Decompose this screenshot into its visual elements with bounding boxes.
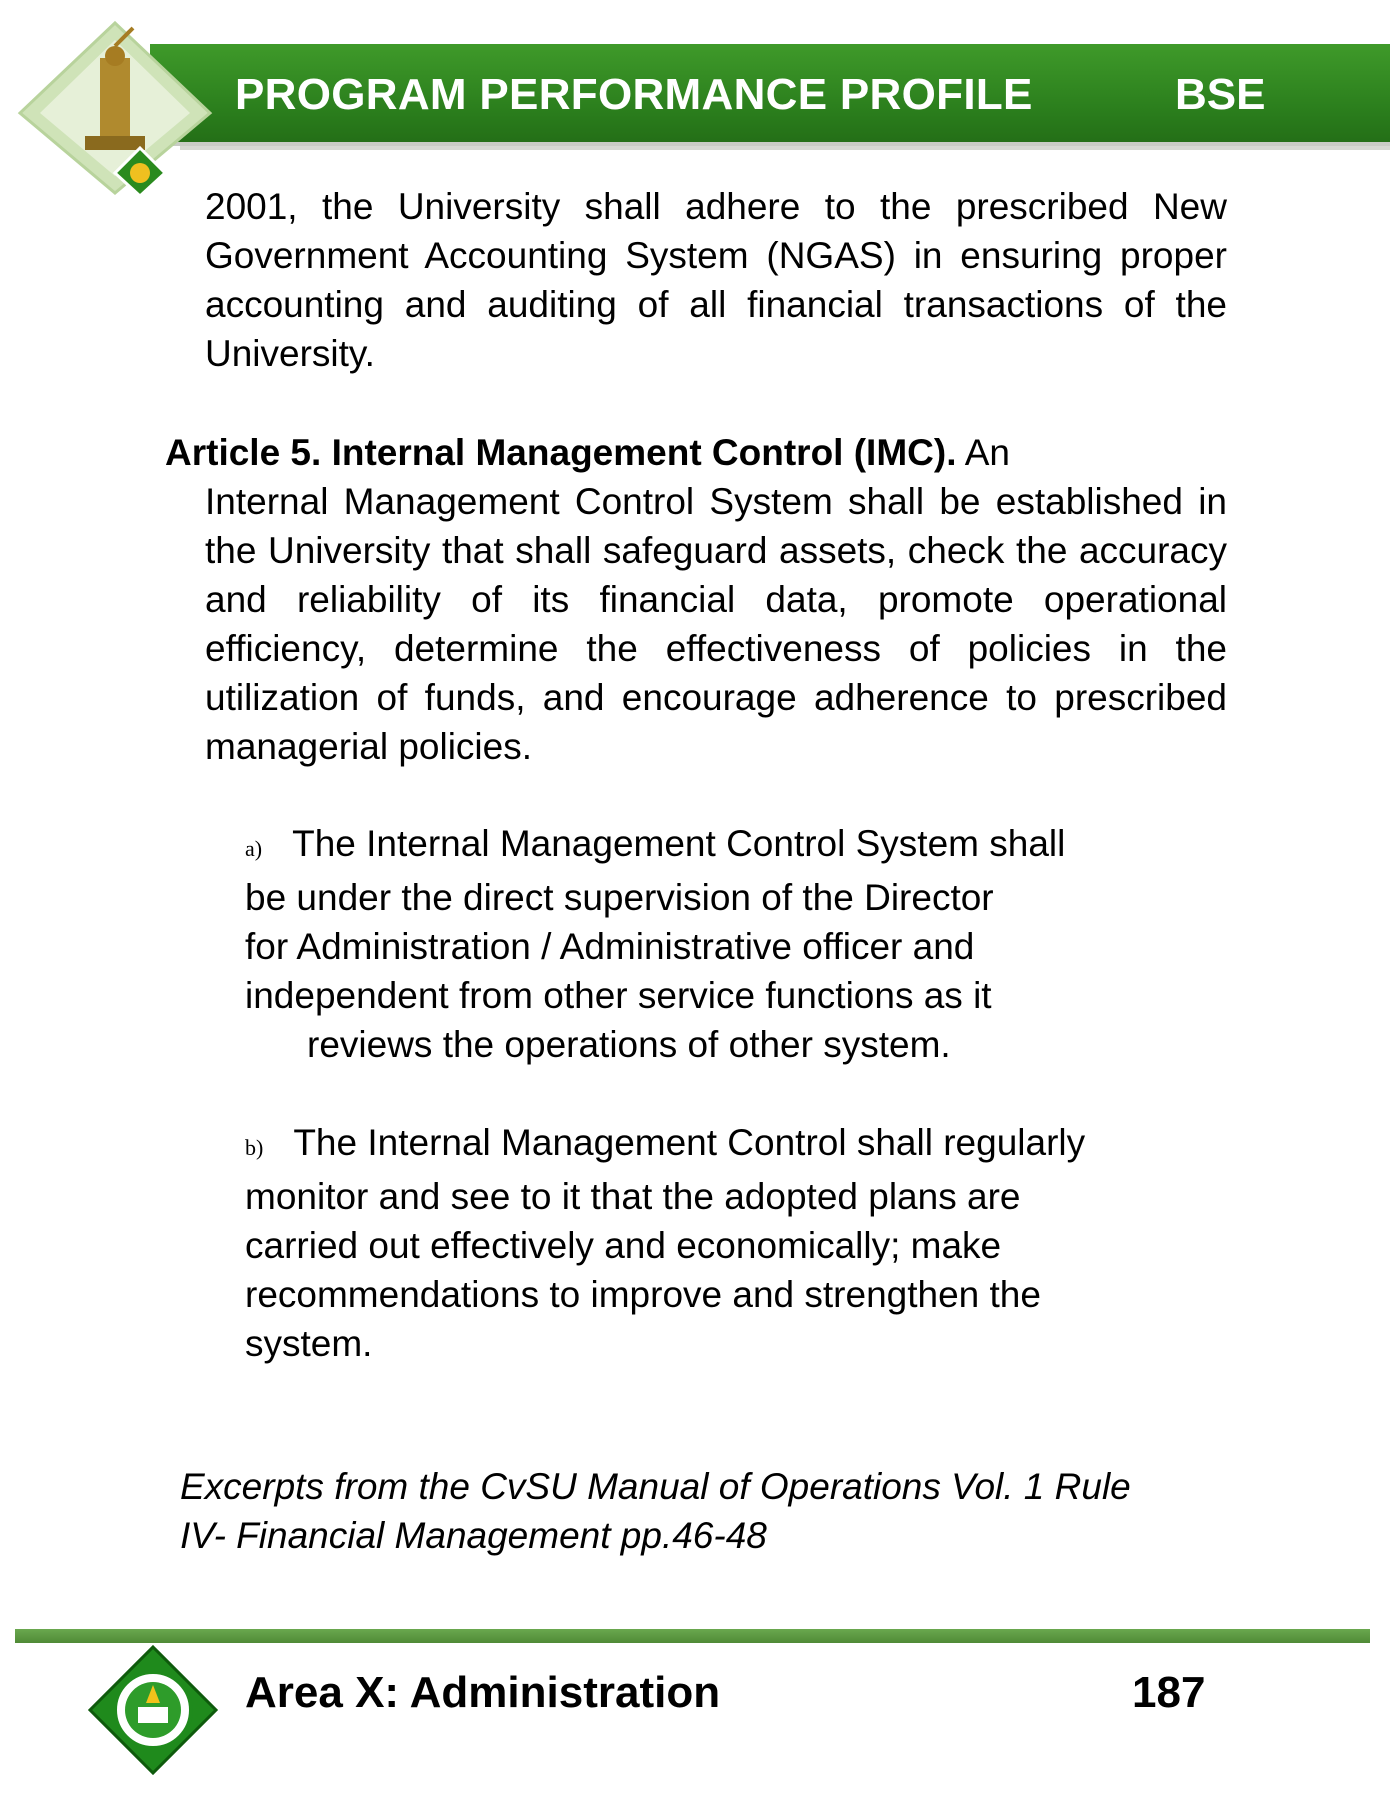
excerpt-line-2: IV- Financial Management pp.46-48 bbox=[180, 1515, 767, 1556]
list-item-a-text1: The Internal Management Control System s… bbox=[292, 823, 1066, 864]
list-item-b: b) The Internal Management Control shall … bbox=[245, 1118, 1205, 1368]
page-number: 187 bbox=[1132, 1668, 1206, 1717]
list-marker-b: b) bbox=[245, 1135, 264, 1160]
header-shadow-line bbox=[180, 146, 1390, 150]
list-marker-a: a) bbox=[245, 836, 263, 861]
list-item-b-text1: The Internal Management Control shall re… bbox=[293, 1122, 1086, 1163]
list-item-a-line1: a) The Internal Management Control System… bbox=[245, 819, 1205, 873]
list-item-a-line2: be under the direct supervision of the D… bbox=[245, 877, 994, 918]
list-item-a-line3: for Administration / Administrative offi… bbox=[245, 926, 975, 967]
list-item-a-line5: reviews the operations of other system. bbox=[307, 1024, 951, 1065]
list-item-b-line3: carried out effectively and economically… bbox=[245, 1225, 1002, 1266]
article-5-first-line: Article 5. Internal Management Control (… bbox=[165, 428, 1227, 477]
paragraph-ngas: 2001, the University shall adhere to the… bbox=[205, 186, 1227, 374]
list-item-b-line4: recommendations to improve and strengthe… bbox=[245, 1274, 1041, 1315]
list-item-b-line5: system. bbox=[245, 1323, 373, 1364]
footer-divider bbox=[15, 1629, 1370, 1643]
footer-area-label: Area X: Administration bbox=[245, 1668, 721, 1717]
article-5-lead: An bbox=[964, 432, 1010, 473]
excerpt-line-1: Excerpts from the CvSU Manual of Operati… bbox=[180, 1466, 1131, 1507]
header-title: PROGRAM PERFORMANCE PROFILE bbox=[235, 70, 1033, 119]
article-5: Article 5. Internal Management Control (… bbox=[165, 428, 1227, 771]
list-item-b-line1: b) The Internal Management Control shall … bbox=[245, 1118, 1205, 1172]
article-5-text: Internal Management Control System shall… bbox=[205, 481, 1227, 767]
list-item-a: a) The Internal Management Control System… bbox=[245, 819, 1205, 1069]
article-5-title: Article 5. Internal Management Control (… bbox=[165, 432, 957, 473]
program-code: BSE bbox=[1175, 70, 1266, 119]
excerpt-citation: Excerpts from the CvSU Manual of Operati… bbox=[180, 1462, 1260, 1560]
page-header: PROGRAM PERFORMANCE PROFILE BSE bbox=[0, 0, 1390, 200]
university-seal-icon bbox=[88, 1645, 218, 1775]
list-item-b-line2: monitor and see to it that the adopted p… bbox=[245, 1176, 1021, 1217]
list-item-a-line4: independent from other service functions… bbox=[245, 975, 992, 1016]
university-monument-emblem-icon bbox=[17, 20, 213, 198]
